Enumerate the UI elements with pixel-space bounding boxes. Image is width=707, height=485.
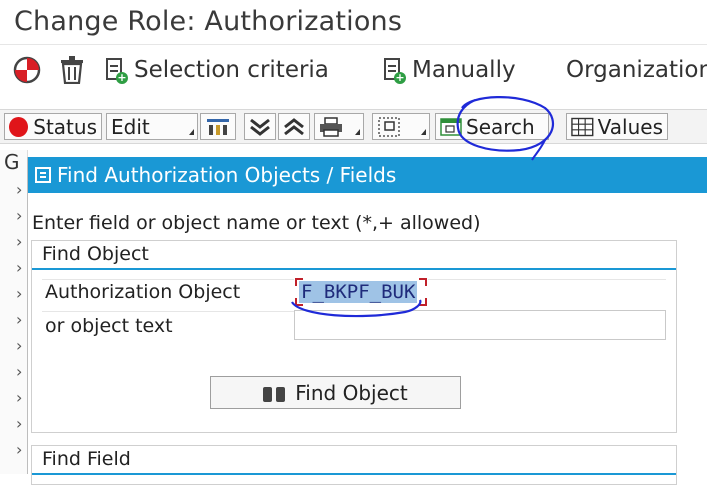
find-field-heading: Find Field <box>42 448 131 470</box>
print-button[interactable] <box>314 113 364 140</box>
find-authorization-dialog: Find Authorization Objects / Fields Ente… <box>27 157 707 485</box>
manually-button[interactable]: + Manually <box>384 50 516 90</box>
edit-dropdown[interactable]: Edit <box>106 113 198 140</box>
pie-chart-icon <box>13 56 41 84</box>
expand-node-icon[interactable]: › <box>16 310 22 329</box>
values-button[interactable]: Values <box>566 113 668 140</box>
layout-button[interactable] <box>372 113 430 140</box>
expand-icon <box>250 118 270 136</box>
organization-label: Organization <box>566 57 707 83</box>
expand-node-icon[interactable]: › <box>16 258 22 277</box>
object-text-label: or object text <box>45 315 173 337</box>
expand-node-icon[interactable]: › <box>16 206 22 225</box>
button-bar: Status Edit Search Values <box>0 109 707 144</box>
table-icon <box>571 117 594 136</box>
focus-corner <box>295 298 303 306</box>
search-label: Search <box>466 114 535 139</box>
tree-column-header: G <box>4 150 20 174</box>
values-label: Values <box>597 114 663 139</box>
expand-node-icon[interactable]: › <box>16 388 22 407</box>
object-text-input[interactable] <box>294 310 666 340</box>
trash-icon <box>61 56 83 84</box>
find-object-button-label: Find Object <box>295 380 408 405</box>
dropdown-triangle-icon <box>421 129 426 135</box>
status-label: Status <box>33 114 97 139</box>
search-button[interactable]: Search <box>435 113 549 140</box>
dialog-window-icon <box>35 167 51 183</box>
find-object-group: Find Object Authorization Object F_BKPF_… <box>31 240 677 433</box>
expand-all-button[interactable] <box>244 113 276 140</box>
find-object-button[interactable]: Find Object <box>210 376 461 409</box>
document-add-icon: + <box>106 58 128 84</box>
tree-column <box>0 150 28 474</box>
collapse-icon <box>284 117 304 135</box>
application-toolbar: + Selection criteria + Manually Organiza… <box>0 50 707 90</box>
expand-node-icon[interactable]: › <box>16 284 22 303</box>
auth-object-label: Authorization Object <box>45 281 241 303</box>
find-object-header: Find Object <box>32 241 676 270</box>
expand-node-icon[interactable]: › <box>16 336 22 355</box>
delete-button[interactable] <box>60 50 84 90</box>
search-window-icon <box>440 117 462 136</box>
window-title: Change Role: Authorizations <box>14 6 403 37</box>
hierarchy-icon <box>207 118 229 135</box>
status-red-icon <box>9 116 29 137</box>
expand-node-icon[interactable]: › <box>16 440 22 459</box>
selection-criteria-label: Selection criteria <box>134 57 329 83</box>
expand-node-icon[interactable]: › <box>16 180 22 199</box>
printer-icon <box>320 116 342 137</box>
dialog-instruction: Enter field or object name or text (*,+ … <box>32 212 481 234</box>
find-field-group: Find Field <box>31 445 677 485</box>
expand-node-icon[interactable]: › <box>16 232 22 251</box>
edit-label: Edit <box>111 114 150 139</box>
find-object-heading: Find Object <box>42 243 149 265</box>
structure-icon <box>378 116 400 137</box>
dropdown-triangle-icon <box>355 129 360 135</box>
collapse-all-button[interactable] <box>278 113 310 140</box>
org-levels-button[interactable] <box>200 113 236 140</box>
dropdown-triangle-icon <box>189 129 194 135</box>
expand-node-icon[interactable]: › <box>16 414 22 433</box>
find-field-header: Find Field <box>32 446 676 475</box>
status-button[interactable]: Status <box>4 113 102 140</box>
expand-node-icon[interactable]: › <box>16 362 22 381</box>
document-add-icon: + <box>384 58 406 84</box>
selection-criteria-button[interactable]: + Selection criteria <box>106 50 329 90</box>
dialog-title: Find Authorization Objects / Fields <box>57 163 397 187</box>
title-divider <box>0 44 707 45</box>
pie-chart-icon-button[interactable] <box>12 50 42 90</box>
focus-corner <box>419 278 427 286</box>
focus-corner <box>295 278 303 286</box>
auth-object-value: F_BKPF_BUK <box>299 281 418 303</box>
manually-label: Manually <box>412 57 516 83</box>
auth-object-input[interactable]: F_BKPF_BUK <box>294 277 428 307</box>
focus-corner <box>419 298 427 306</box>
organization-button[interactable]: Organization <box>566 50 707 90</box>
dialog-title-bar[interactable]: Find Authorization Objects / Fields <box>28 157 707 193</box>
binoculars-icon <box>263 383 286 403</box>
